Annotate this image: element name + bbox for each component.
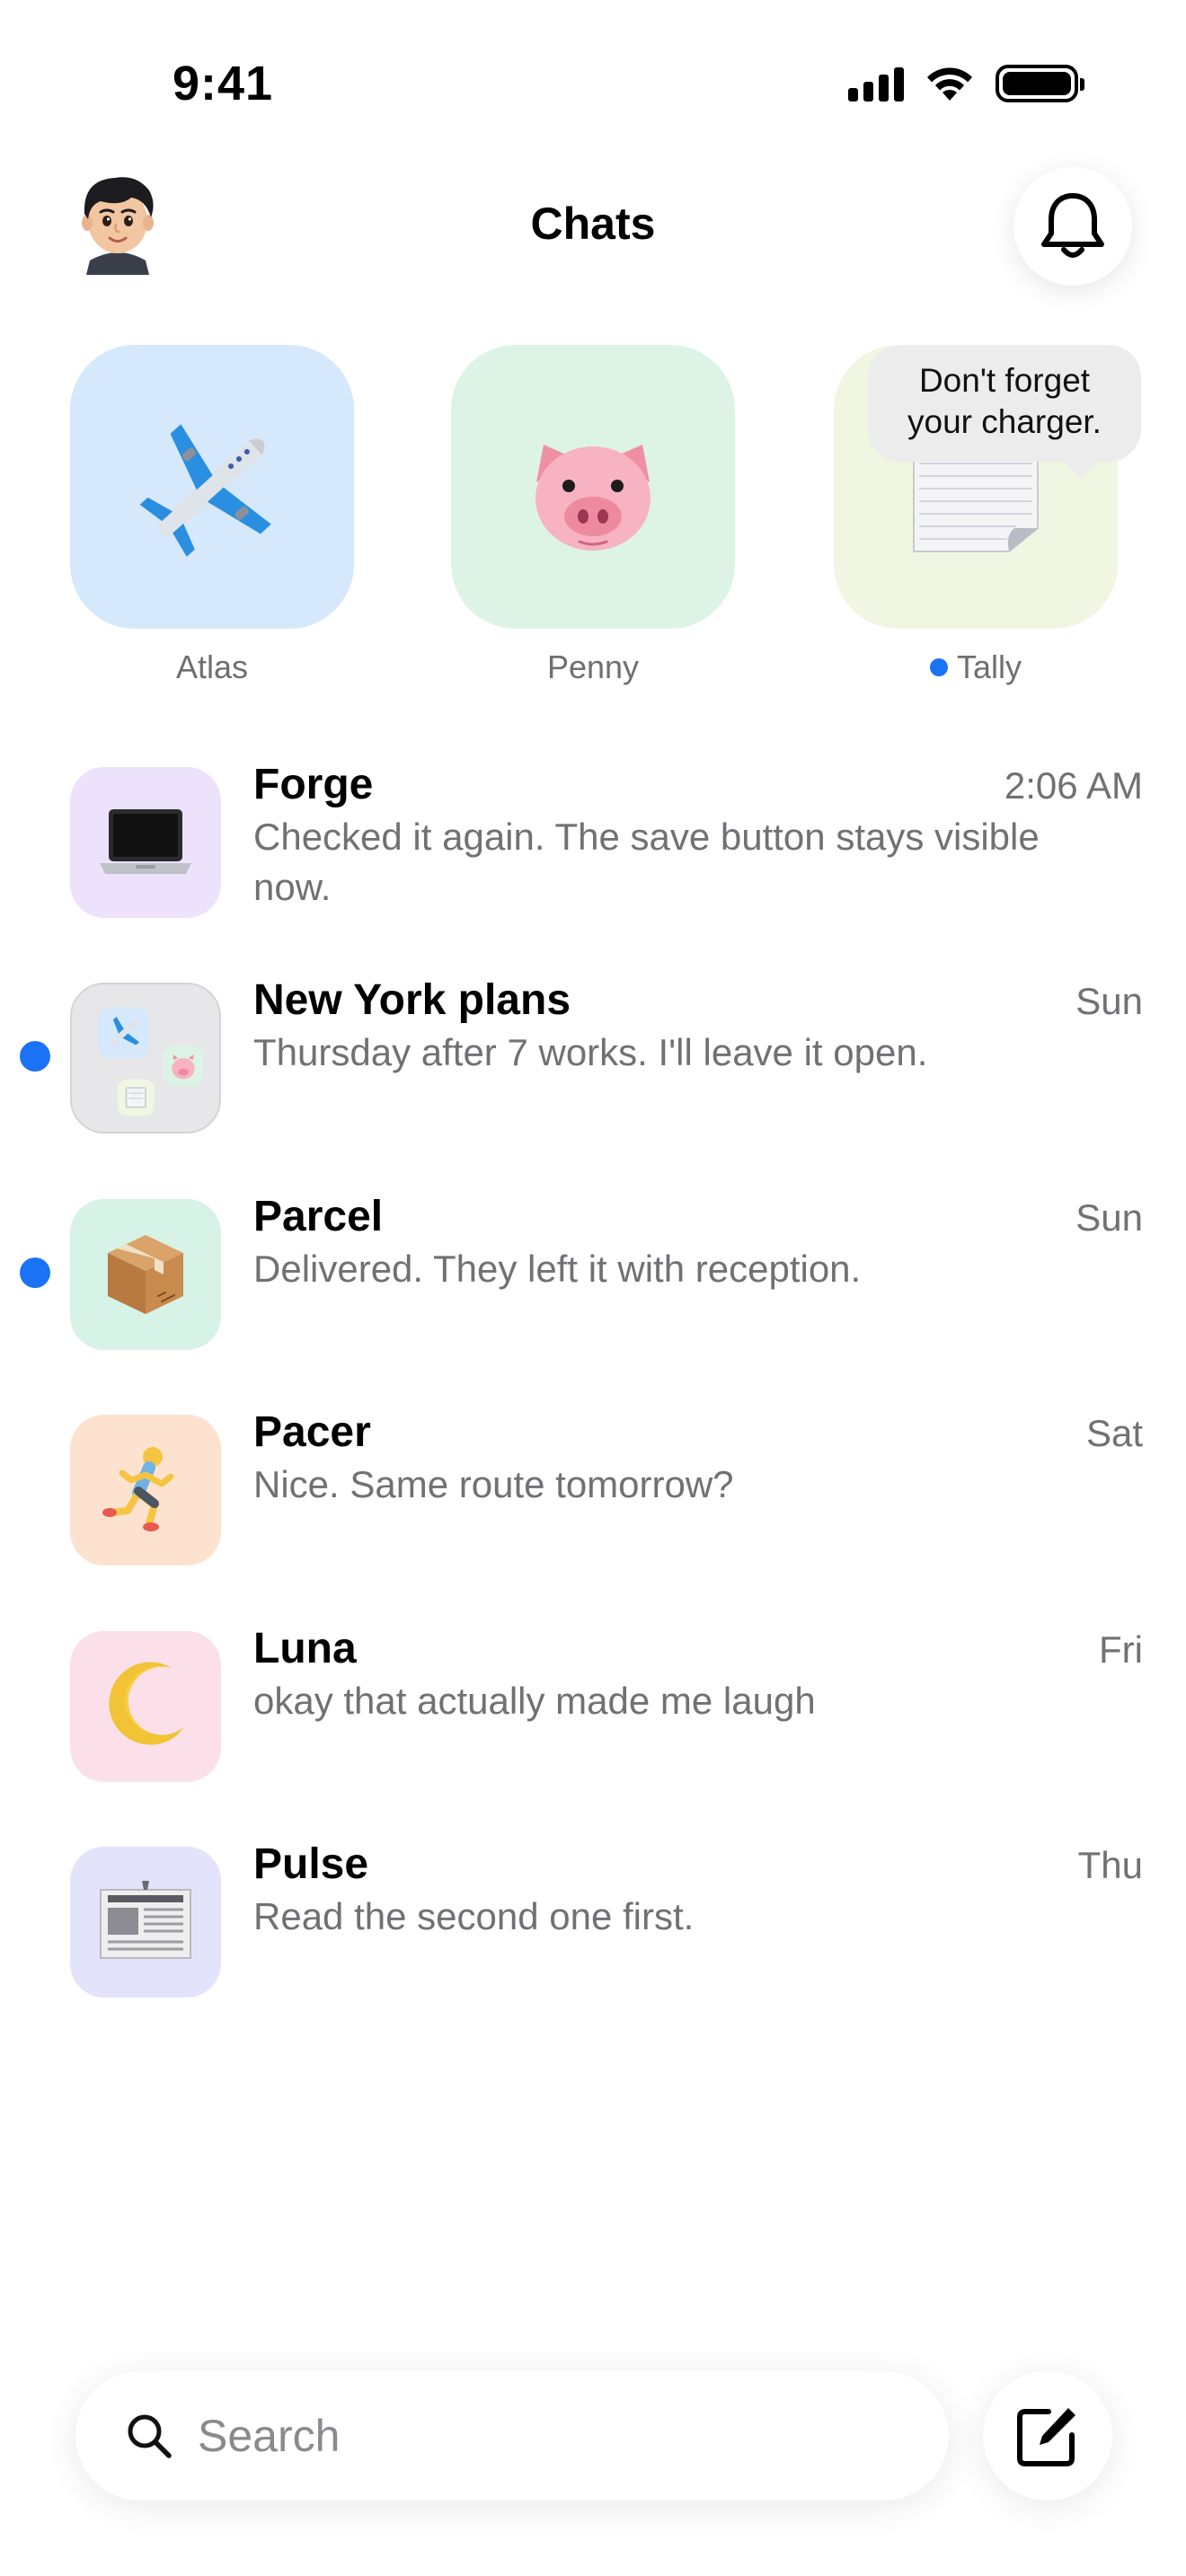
cellular-signal-icon bbox=[848, 66, 904, 101]
pinned-message-bubble: Don't forget your charger. bbox=[868, 345, 1141, 462]
newspaper-icon bbox=[100, 1881, 191, 1959]
notifications-button[interactable] bbox=[1013, 167, 1132, 286]
chat-preview: Thursday after 7 works. I'll leave it op… bbox=[253, 1031, 928, 1073]
chat-name: Parcel bbox=[253, 1193, 384, 1240]
laptop-icon bbox=[100, 809, 191, 874]
chat-row-pacer[interactable]: Pacer Sat Nice. Same route tomorrow? bbox=[0, 1407, 1186, 1605]
chat-row-forge[interactable]: Forge 2:06 AM Checked it again. The save… bbox=[0, 760, 1186, 957]
chat-name: Forge bbox=[253, 761, 374, 808]
chat-time: Thu bbox=[1077, 1844, 1143, 1886]
bell-icon bbox=[1041, 193, 1104, 258]
pinned-tile bbox=[451, 345, 735, 629]
chat-row-pulse[interactable]: Pulse Thu Read the second one first. bbox=[0, 1839, 1186, 2037]
chat-avatar bbox=[70, 1199, 221, 1350]
page-title: Chats bbox=[530, 198, 656, 249]
chat-preview: Nice. Same route tomorrow? bbox=[253, 1463, 734, 1505]
chat-name: Pacer bbox=[253, 1408, 371, 1456]
status-time: 9:41 bbox=[173, 57, 274, 110]
pinned-label-text: Penny bbox=[546, 648, 640, 685]
pinned-item-atlas[interactable]: Atlas bbox=[70, 345, 354, 686]
pinned-label: Tally bbox=[834, 648, 1118, 686]
group-avatar-icon bbox=[98, 1007, 204, 1116]
pinned-label-text: Atlas bbox=[175, 648, 249, 685]
magnifier-icon bbox=[128, 2414, 172, 2458]
chat-preview: Delivered. They left it with reception. bbox=[253, 1248, 862, 1290]
pig-face-icon bbox=[535, 445, 651, 551]
search-input[interactable] bbox=[198, 2410, 881, 2462]
unread-indicator bbox=[20, 1257, 50, 1288]
chat-time: 2:06 AM bbox=[1004, 764, 1143, 807]
wifi-icon bbox=[927, 67, 972, 101]
chat-preview: okay that actually made me laugh bbox=[253, 1680, 816, 1722]
chat-time: Sun bbox=[1075, 980, 1143, 1022]
chat-time: Fri bbox=[1099, 1628, 1143, 1671]
battery-icon bbox=[996, 65, 1084, 102]
bubble-line-1: Don't forget bbox=[918, 362, 1091, 399]
unread-indicator bbox=[20, 1041, 50, 1072]
chat-preview: Read the second one first. bbox=[253, 1895, 695, 1937]
compose-button[interactable] bbox=[983, 2371, 1112, 2501]
pinned-label-text: Tally bbox=[956, 648, 1022, 685]
chat-name: Pulse bbox=[253, 1840, 369, 1888]
chat-avatar bbox=[70, 983, 221, 1134]
package-icon bbox=[108, 1235, 183, 1314]
runner-icon bbox=[102, 1447, 174, 1531]
chat-time: Sun bbox=[1075, 1196, 1143, 1239]
chat-avatar bbox=[70, 1415, 221, 1566]
pinned-label: Atlas bbox=[70, 648, 354, 686]
chat-row-parcel[interactable]: Parcel Sun Delivered. They left it with … bbox=[0, 1192, 1186, 1389]
pinned-item-penny[interactable]: Penny bbox=[451, 345, 735, 686]
airplane-icon bbox=[139, 424, 271, 557]
chat-name: New York plans bbox=[253, 976, 571, 1024]
compose-icon bbox=[1017, 2408, 1075, 2466]
unread-indicator bbox=[929, 658, 948, 676]
chat-avatar bbox=[70, 1631, 221, 1782]
chat-avatar bbox=[70, 1847, 221, 1998]
status-icons bbox=[848, 65, 1084, 102]
bubble-line-2: your charger. bbox=[907, 403, 1102, 440]
chat-preview: Checked it again. The save button stays … bbox=[253, 816, 1040, 908]
chat-row-new-york-plans[interactable]: New York plans Sun Thursday after 7 work… bbox=[0, 975, 1186, 1173]
pinned-tile bbox=[70, 345, 354, 629]
search-bar[interactable] bbox=[75, 2371, 949, 2501]
crescent-moon-icon bbox=[109, 1662, 184, 1745]
pinned-label: Penny bbox=[451, 648, 735, 686]
chat-time: Sat bbox=[1085, 1412, 1143, 1454]
chat-name: Luna bbox=[253, 1625, 357, 1672]
chat-row-luna[interactable]: Luna Fri okay that actually made me laug… bbox=[0, 1624, 1186, 1822]
chats-screen: 9:41 Chats Atlas Penny Tally Don't forge… bbox=[0, 0, 1186, 2576]
chat-avatar bbox=[70, 767, 221, 918]
